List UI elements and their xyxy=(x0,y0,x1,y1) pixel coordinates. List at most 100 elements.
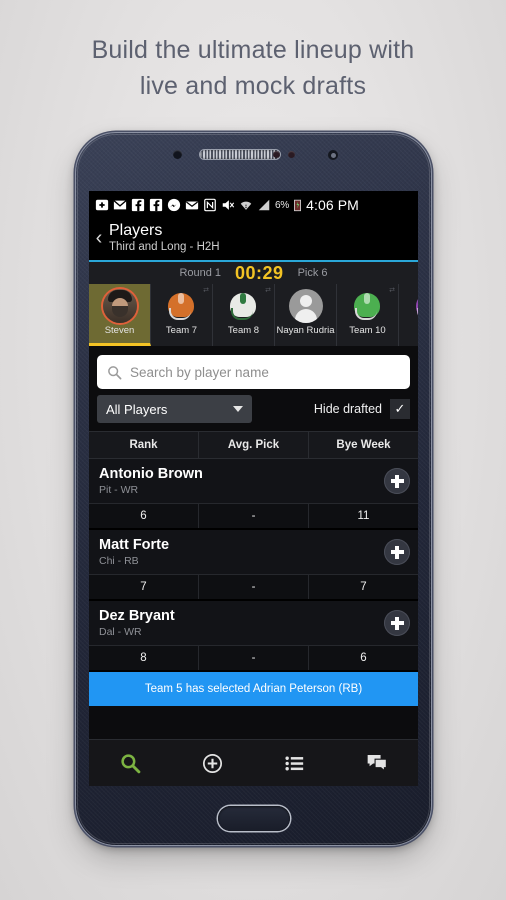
phone-device: 6% 4:06 PM ‹ Players Third and Long - H2… xyxy=(76,133,431,845)
mute-icon xyxy=(222,200,235,210)
draft-order-strip[interactable]: Steven ⇄ Team 7 ⇄ Team 8 Nayan Rudria ⇄ … xyxy=(89,284,418,346)
player-name: Antonio Brown xyxy=(99,466,203,482)
column-header-rank[interactable]: Rank xyxy=(89,432,198,458)
plus-circle-icon[interactable] xyxy=(384,539,410,565)
promo-headline: Build the ultimate lineup with live and … xyxy=(0,32,506,104)
player-stats-row: 7 - 7 xyxy=(89,575,418,601)
pick-label: Pick 6 xyxy=(297,267,328,279)
player-team-position: Dal - WR xyxy=(99,626,142,638)
proximity-sensor-icon xyxy=(173,150,182,159)
filter-row: All Players Hide drafted ✓ xyxy=(89,395,418,431)
position-filter-dropdown[interactable]: All Players xyxy=(97,395,252,423)
table-row[interactable]: Matt Forte Chi - RB xyxy=(89,530,418,575)
wifi-icon xyxy=(240,201,252,210)
player-bye-week: 6 xyxy=(308,646,418,670)
hide-drafted-toggle[interactable]: Hide drafted ✓ xyxy=(314,399,410,419)
table-header: Rank Avg. Pick Bye Week xyxy=(89,431,418,459)
chat-icon xyxy=(367,755,387,772)
nav-item-add[interactable] xyxy=(171,753,253,774)
mail-icon xyxy=(185,201,199,210)
team-label: Team 7 xyxy=(165,325,198,336)
team-card-nayan[interactable]: Nayan Rudria xyxy=(275,284,337,346)
column-header-bye-week[interactable]: Bye Week xyxy=(308,432,418,458)
signal-icon xyxy=(258,199,270,211)
search-input[interactable]: Search by player name xyxy=(97,355,410,389)
player-name: Dez Bryant xyxy=(99,608,175,624)
player-name: Matt Forte xyxy=(99,537,170,553)
player-avg-pick: - xyxy=(198,575,308,599)
list-icon xyxy=(285,756,304,770)
bottom-navigation xyxy=(89,739,418,786)
player-rank: 8 xyxy=(140,652,147,664)
player-team-position: Chi - RB xyxy=(99,555,139,567)
plus-circle-icon[interactable] xyxy=(384,468,410,494)
search-icon xyxy=(121,753,140,773)
battery-charging-icon xyxy=(294,199,302,212)
player-bye-week: 11 xyxy=(308,504,418,528)
app-title-bar: ‹ Players Third and Long - H2H xyxy=(89,219,418,260)
headline-line-1: Build the ultimate lineup with xyxy=(91,36,415,64)
add-icon xyxy=(95,199,109,211)
nav-item-search[interactable] xyxy=(89,753,171,774)
headline-line-2: live and mock drafts xyxy=(139,72,367,100)
home-button[interactable] xyxy=(217,806,290,831)
team-label: Steven xyxy=(104,325,135,336)
player-rank: 7 xyxy=(140,581,147,593)
round-label: Round 1 xyxy=(179,267,222,279)
search-section: Search by player name xyxy=(89,346,418,395)
player-bye-week: 7 xyxy=(308,575,418,599)
messenger-icon xyxy=(167,198,181,212)
earpiece-speaker xyxy=(200,150,280,159)
silhouette-icon xyxy=(288,289,323,323)
table-row[interactable]: Antonio Brown Pit - WR xyxy=(89,459,418,504)
status-clock: 4:06 PM xyxy=(306,197,359,213)
player-avg-pick: - xyxy=(198,646,308,670)
team-label: Team 10 xyxy=(349,325,386,336)
nav-item-chat[interactable] xyxy=(336,752,418,774)
player-stats-row: 8 - 6 xyxy=(89,646,418,672)
hide-drafted-label: Hide drafted xyxy=(313,402,382,416)
team-card-steven[interactable]: Steven xyxy=(89,284,151,346)
led-indicator-icon xyxy=(273,151,280,158)
league-subtitle: Third and Long - H2H xyxy=(109,241,220,253)
plus-circle-icon[interactable] xyxy=(384,610,410,636)
draft-timer: 00:29 xyxy=(235,262,284,283)
helmet-icon xyxy=(351,289,385,323)
table-row[interactable]: Dez Bryant Dal - WR xyxy=(89,601,418,646)
light-sensor-icon xyxy=(288,151,295,158)
helmet-icon xyxy=(227,289,261,323)
swap-icon: ⇄ xyxy=(203,287,209,294)
front-camera-icon xyxy=(328,150,338,160)
player-rank: 6 xyxy=(140,510,147,522)
player-stats-row: 6 - 11 xyxy=(89,504,418,530)
page-title: Players xyxy=(109,222,163,239)
team-card-7[interactable]: ⇄ Team 7 xyxy=(151,284,213,346)
facebook-icon xyxy=(149,198,163,212)
draft-status-bar: Round 1 00:29 Pick 6 xyxy=(89,262,418,284)
battery-percent: 6% xyxy=(275,199,290,211)
search-icon xyxy=(108,365,122,379)
envelope-icon xyxy=(113,200,127,210)
helmet-icon xyxy=(165,289,199,323)
facebook-icon xyxy=(131,198,145,212)
column-header-avg-pick[interactable]: Avg. Pick xyxy=(198,432,308,458)
status-bar: 6% 4:06 PM xyxy=(89,191,418,219)
position-filter-value: All Players xyxy=(106,401,168,417)
hide-drafted-checkbox[interactable]: ✓ xyxy=(390,399,410,419)
back-button[interactable]: ‹ xyxy=(89,221,109,255)
team-card-10[interactable]: ⇄ Team 10 xyxy=(337,284,399,346)
player-team-position: Pit - WR xyxy=(99,484,139,496)
plus-circle-icon xyxy=(202,753,222,773)
team-card-8[interactable]: ⇄ Team 8 xyxy=(213,284,275,346)
helmet-icon xyxy=(413,289,418,323)
swap-icon: ⇄ xyxy=(265,287,271,294)
team-card-next[interactable]: ⇄ Team xyxy=(399,284,418,346)
nav-item-list[interactable] xyxy=(254,753,336,774)
team-label: Team 8 xyxy=(227,325,260,336)
swap-icon: ⇄ xyxy=(389,287,395,294)
phone-screen: 6% 4:06 PM ‹ Players Third and Long - H2… xyxy=(89,191,418,786)
search-placeholder: Search by player name xyxy=(130,364,269,380)
avatar xyxy=(102,289,137,323)
status-badge[interactable]: Team 5 has selected Adrian Peterson (RB) xyxy=(89,672,418,706)
player-avg-pick: - xyxy=(198,504,308,528)
